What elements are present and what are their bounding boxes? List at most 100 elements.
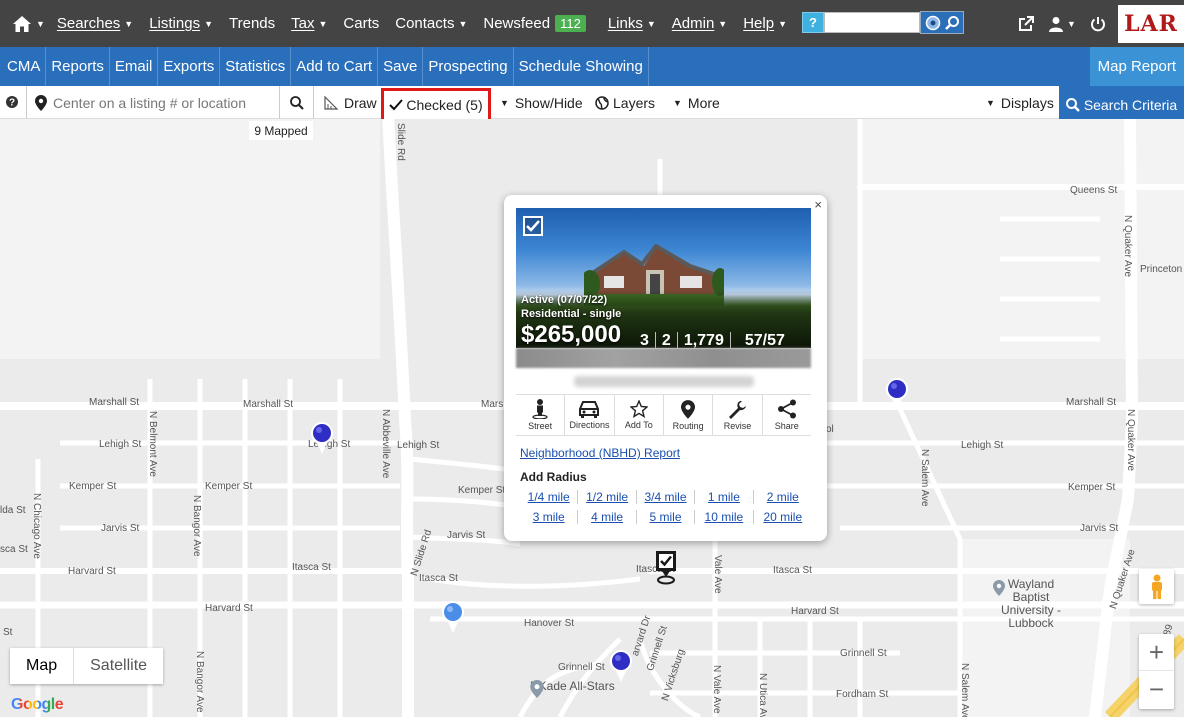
nav-tax[interactable]: Tax ▼: [283, 0, 335, 47]
beds-count: 3: [634, 332, 656, 348]
street-label: Harvard St: [68, 566, 116, 577]
action-exports[interactable]: Exports: [158, 47, 221, 86]
street-label: Kemper St: [69, 481, 117, 492]
quick-search-input[interactable]: [824, 12, 920, 33]
zoom-controls: + −: [1139, 634, 1174, 709]
listing-pin[interactable]: [608, 649, 634, 683]
action-schedule-showing[interactable]: Schedule Showing: [514, 47, 649, 86]
map-pin-icon: [681, 399, 696, 419]
street-label: N Salem Ave: [959, 663, 970, 717]
routing-action[interactable]: Routing: [664, 395, 714, 435]
share-action[interactable]: Share: [763, 395, 811, 435]
listing-checkbox[interactable]: [523, 216, 543, 236]
listing-pin[interactable]: [884, 377, 910, 411]
radius-2-mile[interactable]: 2 mile: [754, 490, 812, 504]
nbhd-report-link[interactable]: Neighborhood (NBHD) Report: [520, 446, 680, 460]
street-label: Fordham St: [836, 689, 889, 700]
location-search-button[interactable]: [280, 86, 314, 119]
caret-down-icon: ▼: [500, 97, 509, 108]
external-link-icon[interactable]: [1018, 15, 1034, 32]
radius-4-mile[interactable]: 4 mile: [578, 510, 637, 524]
nav-trends[interactable]: Trends: [221, 0, 283, 47]
location-input[interactable]: [53, 94, 273, 111]
nav-help[interactable]: Help ▼: [735, 0, 795, 47]
target-icon[interactable]: [925, 15, 941, 31]
selected-listing-marker[interactable]: [654, 551, 678, 585]
street-label: N Bangor Ave: [194, 651, 205, 713]
radius-3-mile[interactable]: 3 mile: [520, 510, 579, 524]
wrench-icon: [729, 401, 747, 419]
checked-listings-button[interactable]: Checked (5): [381, 88, 491, 122]
user-menu[interactable]: ▼: [1048, 16, 1076, 32]
show-hide-button[interactable]: ▼ Show/Hide: [500, 86, 583, 119]
street-label: N Quaker Ave: [1122, 215, 1133, 278]
more-button[interactable]: ▼ More: [673, 86, 720, 119]
action-save[interactable]: Save: [378, 47, 424, 86]
action-email[interactable]: Email: [110, 47, 159, 86]
nav-contacts[interactable]: Contacts ▼: [387, 0, 475, 47]
street-view-pegman[interactable]: [1139, 569, 1174, 604]
nav-admin[interactable]: Admin ▼: [664, 0, 735, 47]
action-add-to-cart[interactable]: Add to Cart: [291, 47, 379, 86]
revise-action[interactable]: Revise: [713, 395, 763, 435]
checkmark-icon: [526, 220, 540, 232]
search-icon: [289, 95, 304, 110]
radius-1-mile[interactable]: 1 mile: [695, 490, 754, 504]
radius-20-mile[interactable]: 20 mile: [754, 510, 812, 524]
map-type-satellite-button[interactable]: Satellite: [73, 648, 163, 684]
action-reports[interactable]: Reports: [46, 47, 110, 86]
help-circle-icon[interactable]: ?: [4, 94, 20, 110]
radius-half-mile[interactable]: 1/2 mile: [578, 490, 637, 504]
add-to-action[interactable]: Add To: [615, 395, 664, 435]
street-label: Harvard St: [791, 606, 839, 617]
draw-ruler-icon: [324, 95, 339, 110]
chevron-down-icon: ▼: [318, 18, 328, 29]
nav-newsfeed[interactable]: Newsfeed 112: [475, 0, 593, 47]
power-icon[interactable]: [1090, 16, 1106, 32]
street-label: Jarvis St: [1080, 523, 1119, 534]
street-view-action[interactable]: Street: [516, 395, 566, 435]
street-label: Hanover St: [524, 618, 575, 629]
street-label: Grinnell St: [840, 648, 887, 659]
street-label: Marshall St: [1066, 397, 1117, 408]
action-statistics[interactable]: Statistics: [220, 47, 292, 86]
action-prospecting[interactable]: Prospecting: [423, 47, 514, 86]
directions-action[interactable]: Directions: [565, 395, 615, 435]
radius-three-quarter-mile[interactable]: 3/4 mile: [637, 490, 696, 504]
street-label: Jarvis St: [101, 523, 140, 534]
displays-button[interactable]: ▼ Displays: [986, 86, 1054, 119]
zoom-out-button[interactable]: −: [1139, 671, 1174, 708]
draw-button[interactable]: Draw: [324, 86, 377, 119]
radius-10-mile[interactable]: 10 mile: [695, 510, 754, 524]
close-icon[interactable]: ×: [814, 197, 822, 212]
photo-count: 57/57: [744, 332, 785, 348]
nav-links[interactable]: Links ▼: [600, 0, 664, 47]
chevron-down-icon: ▼: [778, 18, 787, 29]
map-report-button[interactable]: Map Report: [1089, 47, 1184, 86]
radius-quarter-mile[interactable]: 1/4 mile: [520, 490, 579, 504]
caret-down-icon: ▼: [673, 97, 682, 108]
listing-pin[interactable]: [440, 600, 466, 634]
street-label: Harvard St: [205, 603, 253, 614]
street-label: St: [3, 627, 13, 638]
nav-listings[interactable]: Listings ▼: [141, 0, 221, 47]
layers-button[interactable]: Layers: [595, 86, 655, 119]
listing-price: $265,000: [521, 321, 622, 348]
help-question-button[interactable]: ?: [802, 12, 824, 33]
nav-searches[interactable]: Searches ▼: [49, 0, 141, 47]
nav-carts[interactable]: Carts: [335, 0, 387, 47]
listing-status: Active (07/07/22): [521, 294, 608, 306]
listing-photo[interactable]: Active (07/07/22) Residential - single $…: [516, 208, 811, 348]
redacted-details: [516, 348, 811, 368]
zoom-in-button[interactable]: +: [1139, 634, 1174, 671]
search-icon[interactable]: [944, 15, 960, 31]
action-cma[interactable]: CMA: [0, 47, 47, 86]
radius-5-mile[interactable]: 5 mile: [637, 510, 696, 524]
listing-pin[interactable]: [309, 421, 335, 455]
chevron-down-icon: ▼: [124, 18, 134, 29]
street-label: N Quaker Ave: [1125, 409, 1136, 472]
map-type-map-button[interactable]: Map: [10, 648, 73, 684]
place-wayland-baptist[interactable]: Wayland Baptist University - Lubbock: [993, 578, 1069, 630]
home-menu[interactable]: ▼: [0, 0, 49, 47]
street-label: lda St: [0, 505, 26, 516]
